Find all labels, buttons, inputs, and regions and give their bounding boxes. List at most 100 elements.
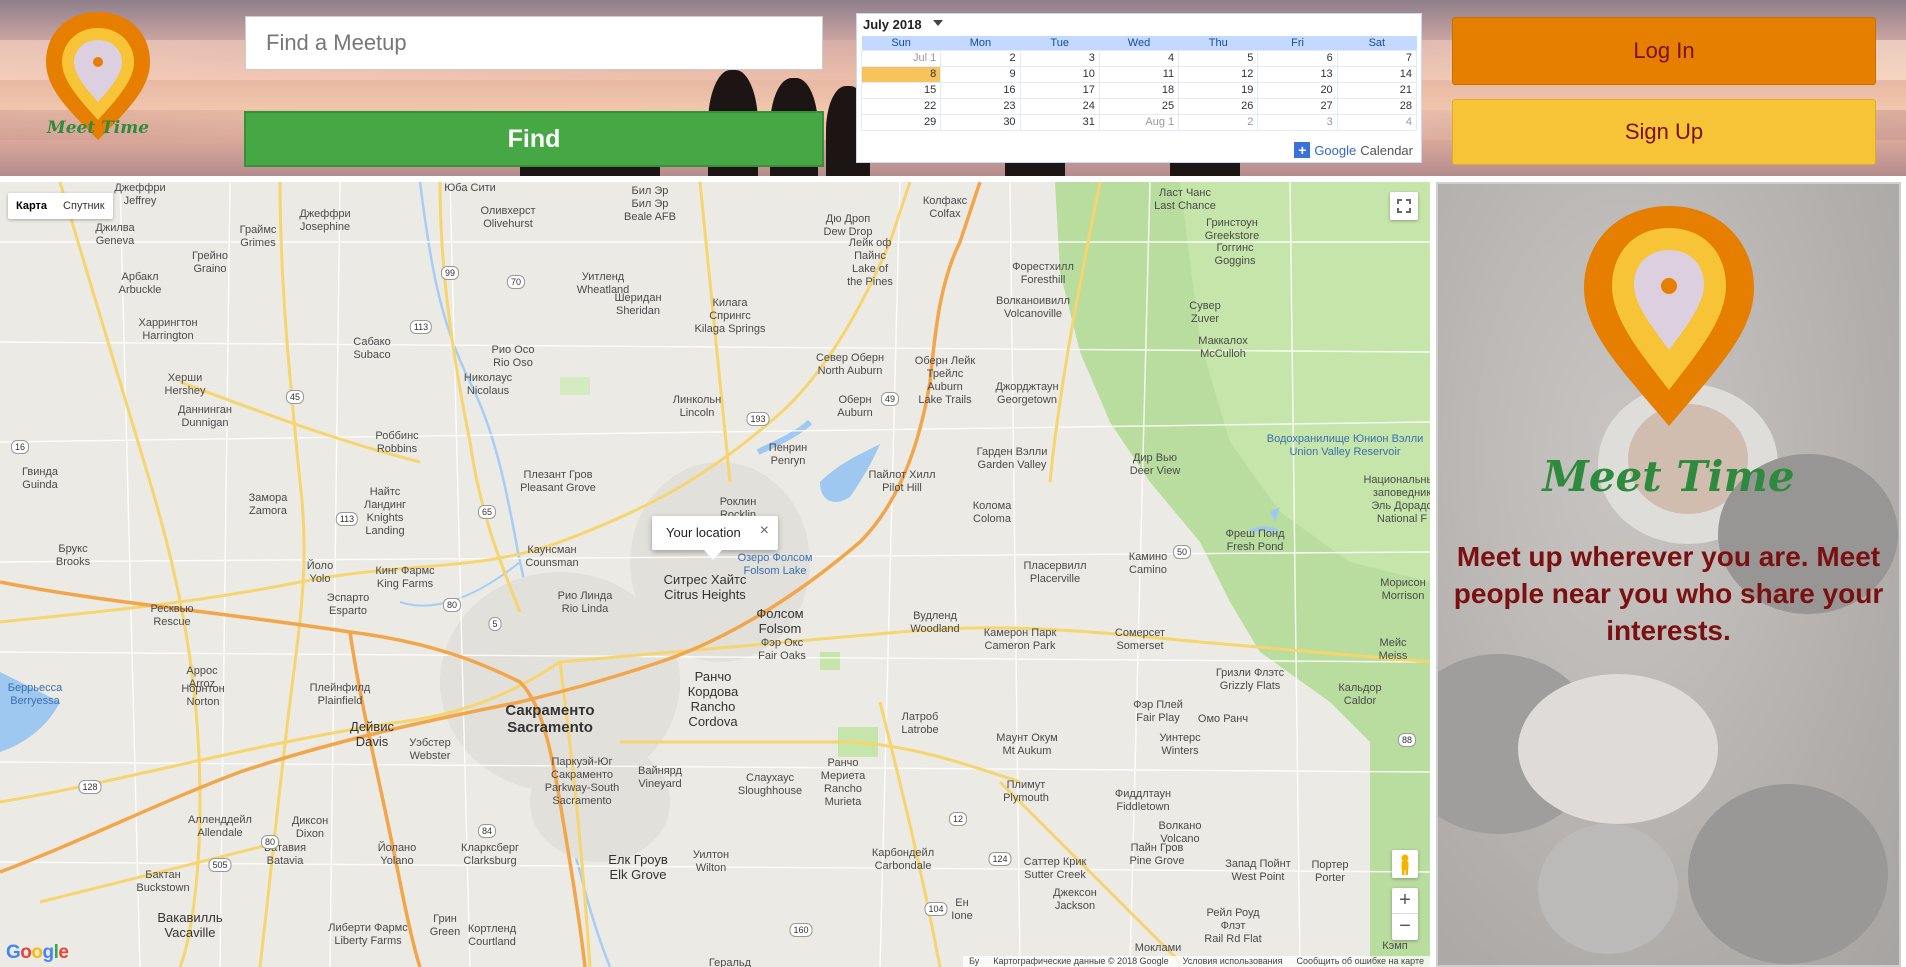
map-place-label: Сувер Zuver: [1189, 300, 1221, 325]
calendar-day-cell[interactable]: 18: [1098, 81, 1180, 99]
map-footer-partial: Бу: [969, 956, 980, 966]
calendar-day-cell[interactable]: 8: [860, 65, 942, 83]
calendar-day-cell[interactable]: 9: [940, 65, 1021, 83]
brand-logo-text[interactable]: Meet Time: [38, 118, 158, 138]
map-place-label: Найтс Ландинг Knights Landing: [363, 486, 407, 537]
calendar-day-cell[interactable]: 25: [1098, 97, 1180, 115]
calendar-day-cell[interactable]: 12: [1178, 65, 1259, 83]
map-place-label: Пайн Гров Pine Grove: [1129, 842, 1185, 867]
map-place-label: Юба Сити: [444, 182, 496, 194]
map-place-label: Ранчо Мериета Rancho Murieta: [820, 757, 866, 808]
search-input[interactable]: [245, 16, 823, 70]
map-route-marker: 113: [409, 320, 433, 334]
calendar-day-cell[interactable]: 2: [940, 49, 1021, 67]
map-place-label: Оберн Auburn: [837, 394, 873, 419]
calendar-day-cell[interactable]: 27: [1257, 97, 1338, 115]
map-place-label: Колфакс Colfax: [922, 195, 968, 220]
calendar-weekday-header: Wed: [1099, 36, 1179, 50]
map-place-label: Джеффри Jeffrey: [114, 182, 166, 207]
calendar-day-cell[interactable]: 5: [1178, 49, 1259, 67]
zoom-out-icon[interactable]: −: [1392, 914, 1418, 940]
google-calendar-widget: July 2018 Sun Mon Tue Wed Thu Fri Sat Jul 1234…: [856, 13, 1422, 163]
calendar-day-cell[interactable]: 2: [1178, 113, 1259, 131]
close-icon[interactable]: ×: [760, 522, 769, 540]
map-place-label: Плейнфилд Plainfield: [309, 682, 371, 707]
map-place-label: Кларксберг Clarksburg: [461, 842, 519, 867]
fullscreen-icon[interactable]: [1390, 192, 1418, 220]
google-calendar-link[interactable]: + Google Calendar: [1294, 142, 1413, 158]
map-place-label: Грин Green: [429, 913, 461, 938]
calendar-day-cell[interactable]: 28: [1336, 97, 1418, 115]
calendar-day-cell[interactable]: 10: [1019, 65, 1100, 83]
map-terms-link[interactable]: Условия использования: [1183, 956, 1283, 967]
map-place-label: Даннинган Dunnigan: [178, 404, 232, 429]
google-logo[interactable]: Google: [6, 942, 69, 964]
calendar-day-cell[interactable]: 20: [1257, 81, 1338, 99]
map-place-label: Линкольн Lincoln: [672, 394, 722, 419]
map-place-label: Сакраменто Sacramento: [505, 702, 595, 736]
map-route-marker: 113: [335, 512, 359, 526]
calendar-day-cell[interactable]: 26: [1178, 97, 1259, 115]
calendar-day-cell[interactable]: 7: [1336, 49, 1418, 67]
calendar-day-cell[interactable]: 16: [940, 81, 1021, 99]
login-button[interactable]: Log In: [1452, 17, 1876, 85]
map-place-label: Саттер Крик Sutter Creek: [1023, 856, 1087, 881]
calendar-day-cell[interactable]: 15: [860, 81, 942, 99]
panel-tagline: Meet up wherever you are. Meet people ne…: [1453, 541, 1884, 646]
map-place-label: Плимут Plymouth: [1003, 779, 1049, 804]
calendar-day-cell[interactable]: 31: [1019, 113, 1100, 131]
google-map[interactable]: Джеффри Jeffrey Юба Сити Бил Эр Бил Эр Bea…: [0, 182, 1430, 967]
map-type-control[interactable]: Карта Спутник: [8, 193, 113, 219]
calendar-day-cell[interactable]: 3: [1257, 113, 1338, 131]
calendar-day-cell[interactable]: 4: [1098, 49, 1180, 67]
zoom-in-icon[interactable]: +: [1392, 888, 1418, 914]
map-place-label: Норнтон Norton: [181, 683, 225, 708]
map-place-label: Маунт Окум Mt Aukum: [996, 732, 1058, 757]
calendar-day-cell[interactable]: 29: [860, 113, 942, 131]
map-place-label: Килага Спрингс Kilaga Springs: [694, 297, 766, 335]
calendar-day-cell[interactable]: 6: [1257, 49, 1338, 67]
map-place-label: Водохранилище Юнион Вэлли Union Valley R…: [1266, 433, 1424, 458]
map-place-label: Джилва Geneva: [95, 222, 135, 247]
map-type-satellite-button[interactable]: Спутник: [55, 193, 112, 219]
calendar-day-cell[interactable]: 13: [1257, 65, 1338, 83]
promo-panel: Meet Time Meet up wherever you are. Meet…: [1436, 182, 1901, 967]
map-place-label: Дир Вью Deer View: [1129, 452, 1181, 477]
calendar-day-cell[interactable]: 14: [1336, 65, 1418, 83]
calendar-day-cell[interactable]: 22: [860, 97, 942, 115]
map-report-error-link[interactable]: Сообщить об ошибке на карте: [1297, 956, 1424, 967]
calendar-day-cell[interactable]: 19: [1178, 81, 1259, 99]
map-place-label: Камерон Парк Cameron Park: [983, 627, 1057, 652]
map-place-label: Лейк оф Пайнс Lake of the Pines: [847, 237, 893, 288]
calendar-day-cell[interactable]: 4: [1336, 113, 1418, 131]
calendar-day-cell[interactable]: Aug 1: [1098, 113, 1180, 131]
calendar-day-cell[interactable]: 23: [940, 97, 1021, 115]
brand-logo-large-icon: [1584, 206, 1754, 426]
map-place-label: Моклами: [1134, 942, 1182, 954]
map-place-label: Геральд: [708, 957, 752, 967]
map-data-attribution[interactable]: Картографические данные © 2018 Google: [993, 956, 1168, 967]
add-calendar-icon[interactable]: +: [1294, 142, 1311, 158]
map-place-label: Бактан Buckstown: [136, 869, 190, 894]
calendar-weekday-header: Tue: [1020, 36, 1100, 50]
calendar-dropdown-icon[interactable]: [933, 20, 943, 26]
map-place-label: Рио Осо Rio Oso: [491, 344, 535, 369]
calendar-day-cell[interactable]: 11: [1098, 65, 1180, 83]
map-place-label: Джексон Jackson: [1053, 887, 1097, 912]
map-place-label: Фреш Понд Fresh Pond: [1225, 528, 1285, 553]
map-type-map-button[interactable]: Карта: [8, 193, 55, 219]
calendar-day-cell[interactable]: 17: [1019, 81, 1100, 99]
calendar-day-cell[interactable]: 24: [1019, 97, 1100, 115]
signup-button[interactable]: Sign Up: [1452, 99, 1876, 165]
map-place-label: Кальдор Caldor: [1338, 682, 1382, 707]
calendar-day-cell[interactable]: Jul 1: [860, 49, 942, 67]
map-place-label: Дейвис Davis: [350, 719, 394, 749]
map-place-label: Фэр Плей Fair Play: [1133, 699, 1183, 724]
calendar-day-cell[interactable]: 3: [1019, 49, 1100, 67]
street-view-pegman-icon[interactable]: [1392, 850, 1418, 878]
calendar-day-cell[interactable]: 21: [1336, 81, 1418, 99]
find-button[interactable]: Find: [244, 111, 824, 167]
map-place-label: Брукс Brooks: [55, 543, 91, 568]
calendar-day-cell[interactable]: 30: [940, 113, 1021, 131]
map-route-marker: 45: [285, 390, 305, 404]
